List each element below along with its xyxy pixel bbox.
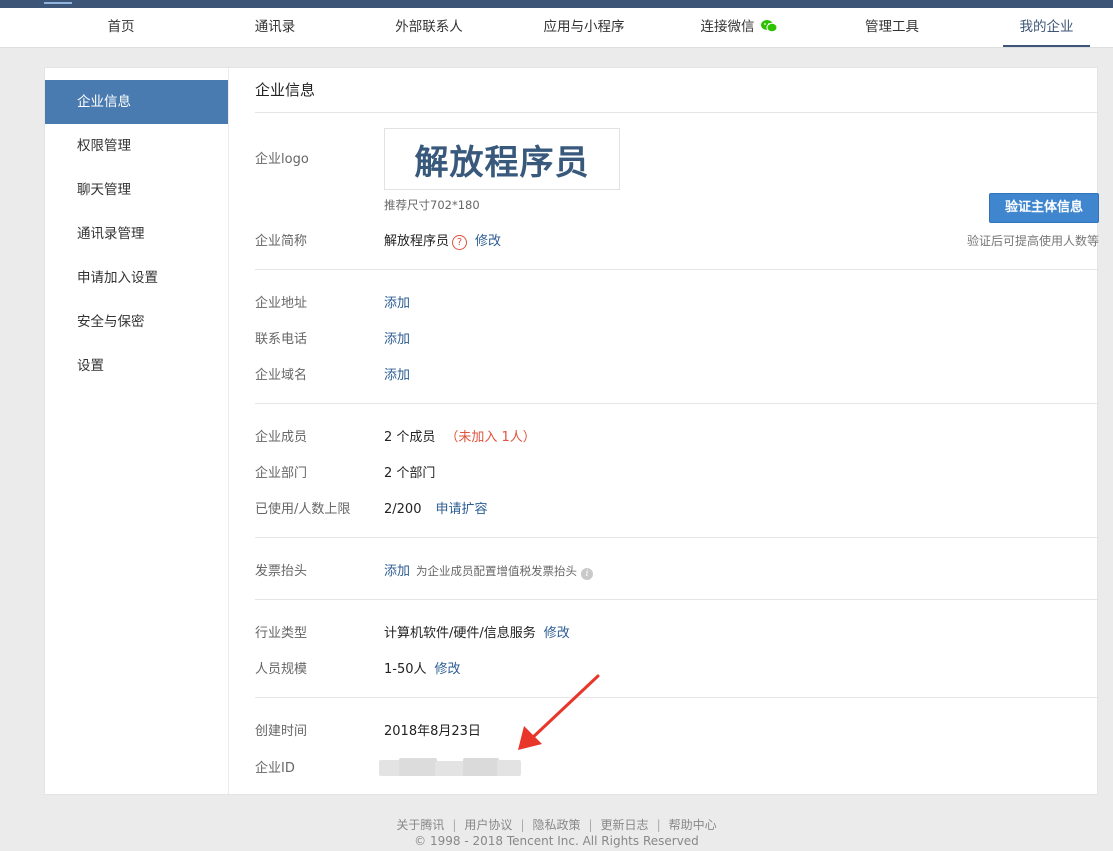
add-address-link[interactable]: 添加	[384, 296, 410, 311]
invoice-label: 发票抬头	[255, 564, 308, 579]
nav-home[interactable]: 首页	[92, 8, 150, 48]
footer-help[interactable]: 帮助中心	[669, 818, 717, 832]
nav-apps[interactable]: 应用与小程序	[536, 8, 632, 48]
members-label: 企业成员	[255, 430, 308, 445]
edit-short-name-link[interactable]: 修改	[475, 234, 501, 249]
nav-external-contacts[interactable]: 外部联系人	[388, 8, 470, 48]
sidebar-item-permissions[interactable]: 权限管理	[45, 124, 228, 168]
created-label: 创建时间	[255, 724, 308, 739]
main-nav: 首页 通讯录 外部联系人 应用与小程序 连接微信 管理工具 我的企业	[0, 8, 1113, 48]
footer-user-agreement[interactable]: 用户协议	[464, 818, 512, 832]
sidebar-item-join-settings[interactable]: 申请加入设置	[45, 256, 228, 300]
departments-value: 2 个部门	[384, 466, 436, 481]
edit-industry-link[interactable]: 修改	[544, 626, 570, 641]
divider	[255, 112, 1099, 113]
nav-management-tools[interactable]: 管理工具	[860, 8, 924, 48]
sidebar-item-settings[interactable]: 设置	[45, 344, 228, 388]
logo-label: 企业logo	[255, 152, 309, 167]
add-phone-link[interactable]: 添加	[384, 332, 410, 347]
members-row: 2 个成员 （未加入 1人）	[384, 426, 536, 445]
nav-connect-wechat[interactable]: 连接微信	[694, 8, 784, 48]
usage-label: 已使用/人数上限	[255, 502, 351, 517]
top-banner	[0, 0, 1113, 8]
divider	[255, 537, 1099, 538]
address-label: 企业地址	[255, 296, 308, 311]
usage-value: 2/200	[384, 502, 422, 517]
divider	[255, 599, 1099, 600]
industry-value: 计算机软件/硬件/信息服务	[384, 626, 536, 641]
question-icon[interactable]: ?	[452, 235, 468, 250]
footer-privacy[interactable]: 隐私政策	[532, 818, 580, 832]
corp-id-label: 企业ID	[255, 761, 295, 776]
divider	[255, 403, 1099, 404]
annotation-arrow	[518, 674, 600, 750]
sidebar-item-chat-management[interactable]: 聊天管理	[45, 168, 228, 212]
page-title: 企业信息	[255, 81, 316, 99]
footer-about[interactable]: 关于腾讯	[396, 818, 444, 832]
scale-value: 1-50人	[384, 662, 427, 677]
main-content: 企业信息 企业logo 解放程序员 推荐尺寸702*180 验证主体信息 验证后…	[229, 68, 1099, 794]
short-name-value: 解放程序员	[384, 234, 450, 249]
short-name-row: 解放程序员? 修改	[384, 230, 501, 250]
usage-row: 2/200 申请扩容	[384, 498, 487, 517]
domain-row: 添加	[384, 364, 410, 383]
industry-label: 行业类型	[255, 626, 308, 641]
divider	[255, 697, 1099, 698]
divider	[255, 269, 1099, 270]
phone-row: 添加	[384, 328, 410, 347]
edit-scale-link[interactable]: 修改	[435, 662, 461, 677]
phone-label: 联系电话	[255, 332, 308, 347]
sidebar: 企业信息 权限管理 聊天管理 通讯录管理 申请加入设置 安全与保密 设置	[45, 68, 229, 794]
app-logo	[44, 0, 72, 4]
sidebar-item-company-info[interactable]: 企业信息	[45, 80, 228, 124]
members-value: 2 个成员	[384, 430, 436, 445]
nav-my-company[interactable]: 我的企业	[1003, 8, 1090, 48]
industry-row: 计算机软件/硬件/信息服务 修改	[384, 622, 570, 641]
address-row: 添加	[384, 292, 410, 311]
sidebar-item-security[interactable]: 安全与保密	[45, 300, 228, 344]
footer-changelog[interactable]: 更新日志	[601, 818, 649, 832]
add-domain-link[interactable]: 添加	[384, 368, 410, 383]
corp-id-blurred	[379, 756, 524, 778]
copyright: © 1998 - 2018 Tencent Inc. All Rights Re…	[414, 834, 699, 848]
add-invoice-link[interactable]: 添加	[384, 564, 410, 579]
scale-row: 1-50人 修改	[384, 658, 461, 677]
invoice-row: 添加 为企业成员配置增值税发票抬头 i	[384, 560, 594, 580]
info-icon[interactable]: i	[581, 568, 594, 580]
footer-links: 关于腾讯 | 用户协议 | 隐私政策 | 更新日志 | 帮助中心	[396, 818, 717, 832]
members-not-joined[interactable]: （未加入 1人）	[445, 430, 535, 445]
company-logo-text: 解放程序员	[414, 142, 590, 183]
domain-label: 企业域名	[255, 368, 308, 383]
scale-label: 人员规模	[255, 662, 308, 677]
departments-label: 企业部门	[255, 466, 308, 481]
verify-hint: 验证后可提高使用人数等	[966, 234, 1099, 248]
logo-size-hint: 推荐尺寸702*180	[384, 198, 480, 212]
apply-expand-link[interactable]: 申请扩容	[435, 502, 487, 517]
company-logo[interactable]: 解放程序员	[384, 128, 620, 190]
created-value: 2018年8月23日	[384, 724, 481, 739]
wechat-icon	[760, 20, 777, 33]
short-name-label: 企业简称	[255, 234, 308, 249]
sidebar-item-contacts-management[interactable]: 通讯录管理	[45, 212, 228, 256]
invoice-hint: 为企业成员配置增值税发票抬头	[416, 564, 578, 578]
verify-entity-button[interactable]: 验证主体信息	[989, 193, 1099, 223]
nav-connect-wechat-label: 连接微信	[700, 19, 755, 35]
nav-contacts[interactable]: 通讯录	[246, 8, 304, 48]
